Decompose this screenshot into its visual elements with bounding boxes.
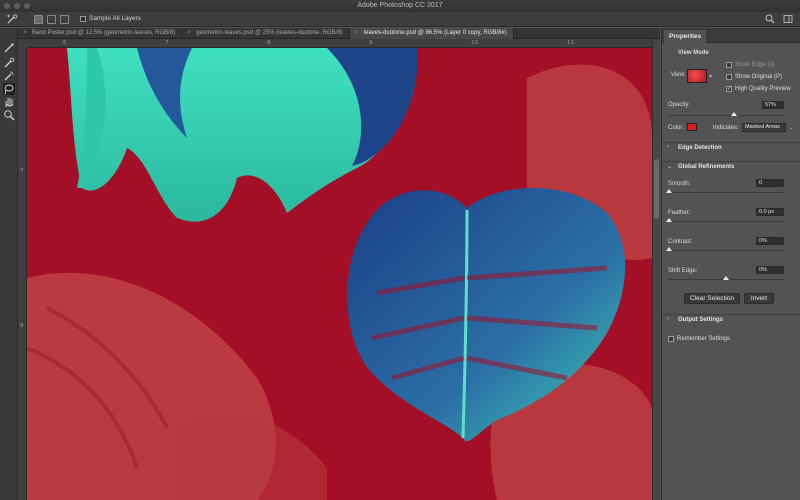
vertical-ruler[interactable]: 7 8 <box>18 48 27 500</box>
edge-detection-label: Edge Detection <box>678 145 722 151</box>
search-icon[interactable] <box>765 14 775 24</box>
ruler-label: 6 <box>63 40 67 46</box>
quick-selection-tool-icon[interactable] <box>3 57 15 69</box>
title-bar: Adobe Photoshop CC 2017 <box>0 0 800 12</box>
show-edge-label: Show Edge (J) <box>735 62 775 68</box>
edge-detection-section[interactable]: › Edge Detection <box>662 142 800 154</box>
feather-label: Feather: <box>668 210 691 216</box>
smooth-label: Smooth: <box>668 181 691 187</box>
shift-edge-label: Shift Edge: <box>668 268 698 274</box>
color-label: Color: <box>668 125 685 131</box>
ruler-label: 7 <box>165 40 169 46</box>
add-to-selection-button[interactable] <box>47 15 56 24</box>
scrollbar-thumb[interactable] <box>654 159 659 219</box>
feather-slider-knob[interactable] <box>666 218 672 222</box>
indicates-label: Indicates: <box>713 125 739 131</box>
show-original-label: Show Original (P) <box>735 74 783 80</box>
remember-settings-label: Remember Settings <box>677 336 731 342</box>
view-label: View: <box>671 72 686 78</box>
feather-slider[interactable] <box>668 221 784 222</box>
high-quality-preview-checkbox[interactable]: ✓ <box>726 86 732 92</box>
remember-settings-checkbox[interactable] <box>668 336 674 342</box>
tab-label: Band Poster.psd @ 12.5% (geometric-leave… <box>32 30 176 36</box>
ruler-origin[interactable] <box>18 39 27 48</box>
show-edge-checkbox[interactable] <box>726 62 732 68</box>
zoom-tool-icon[interactable] <box>3 109 15 121</box>
indicates-select[interactable]: Masked Areas <box>742 123 786 132</box>
close-tab-icon[interactable]: × <box>355 28 359 39</box>
smooth-slider-knob[interactable] <box>666 189 672 193</box>
ruler-label: 9 <box>369 40 373 46</box>
zoom-window-button[interactable] <box>24 3 30 9</box>
quick-selection-tool-icon[interactable] <box>6 14 18 25</box>
horizontal-ruler[interactable]: 6 7 8 9 10 11 <box>27 39 652 48</box>
tab-properties[interactable]: Properties <box>664 30 707 43</box>
properties-tab-bar: Properties <box>662 28 800 43</box>
hand-tool-icon[interactable] <box>3 96 15 108</box>
workspace-icon[interactable] <box>783 14 793 24</box>
view-dropdown-icon[interactable]: ▾ <box>709 73 712 80</box>
close-tab-icon[interactable]: × <box>23 28 27 39</box>
smooth-field[interactable]: 0 <box>756 179 784 187</box>
ruler-label: 8 <box>20 323 24 329</box>
chevron-down-icon[interactable]: ⌄ <box>789 124 794 131</box>
brush-tool-icon[interactable] <box>3 42 15 54</box>
tab-leaves-duotone[interactable]: × leaves-duotone.psd @ 86.5% (Layer 0 co… <box>349 28 514 39</box>
ruler-label: 10 <box>471 40 478 46</box>
new-selection-button[interactable] <box>34 15 43 24</box>
opacity-field[interactable]: 57% <box>762 101 784 109</box>
leaves-image <box>27 48 652 500</box>
output-settings-section[interactable]: › Output Settings <box>662 314 800 326</box>
tab-label: leaves-duotone.psd @ 86.5% (Layer 0 copy… <box>363 30 507 36</box>
chevron-right-icon: › <box>667 316 669 322</box>
tab-label: geometric-leaves.psd @ 25% (leaves-duoto… <box>196 30 343 36</box>
smooth-slider[interactable] <box>668 192 784 193</box>
sample-all-layers-checkbox[interactable] <box>80 16 86 22</box>
opacity-label: Opacity: <box>668 102 691 108</box>
contrast-field[interactable]: 0% <box>756 237 784 245</box>
document-canvas[interactable] <box>27 48 652 500</box>
vertical-scrollbar[interactable] <box>652 39 660 500</box>
high-quality-preview-label: High Quality Preview <box>735 86 791 92</box>
chevron-right-icon: › <box>667 144 669 150</box>
feather-field[interactable]: 0.0 px <box>756 208 784 216</box>
output-settings-label: Output Settings <box>678 317 723 323</box>
clear-selection-button[interactable]: Clear Selection <box>684 293 740 304</box>
overlay-color-swatch[interactable] <box>687 123 697 131</box>
app-title: Adobe Photoshop CC 2017 <box>357 2 443 9</box>
view-mode-thumbnail[interactable] <box>687 69 707 83</box>
invert-button[interactable]: Invert <box>744 293 774 304</box>
contrast-label: Contrast: <box>668 239 693 245</box>
contrast-slider-knob[interactable] <box>666 247 672 251</box>
view-mode-title: View Mode <box>678 50 709 56</box>
ruler-label: 7 <box>20 168 24 174</box>
sample-all-layers-label: Sample All Layers <box>89 15 142 22</box>
close-tab-icon[interactable]: × <box>187 28 191 39</box>
contrast-slider[interactable] <box>668 250 784 251</box>
tab-geometric-leaves[interactable]: × geometric-leaves.psd @ 25% (leaves-duo… <box>182 28 350 39</box>
window-controls[interactable] <box>4 3 30 9</box>
document-tabs: × Band Poster.psd @ 12.5% (geometric-lea… <box>18 28 660 39</box>
subtract-from-selection-button[interactable] <box>60 15 69 24</box>
global-refinements-label: Global Refinements <box>678 164 735 170</box>
ruler-label: 11 <box>567 40 574 46</box>
tools-panel <box>0 28 18 500</box>
properties-panel: Properties View Mode View: ▾ Show Edge (… <box>661 28 800 500</box>
options-bar: Sample All Layers <box>0 12 800 27</box>
chevron-down-icon: ⌄ <box>667 164 673 170</box>
show-original-checkbox[interactable] <box>726 74 732 80</box>
opacity-slider[interactable] <box>668 115 784 116</box>
shift-edge-slider-knob[interactable] <box>723 276 729 280</box>
close-window-button[interactable] <box>4 3 10 9</box>
lasso-tool-icon[interactable] <box>3 83 15 95</box>
global-refinements-section[interactable]: ⌄ Global Refinements <box>662 161 800 173</box>
refine-edge-brush-icon[interactable] <box>3 70 15 82</box>
ruler-label: 8 <box>267 40 271 46</box>
tab-band-poster[interactable]: × Band Poster.psd @ 12.5% (geometric-lea… <box>18 28 183 39</box>
shift-edge-field[interactable]: 0% <box>756 266 784 274</box>
opacity-slider-knob[interactable] <box>731 112 738 116</box>
minimize-window-button[interactable] <box>14 3 20 9</box>
